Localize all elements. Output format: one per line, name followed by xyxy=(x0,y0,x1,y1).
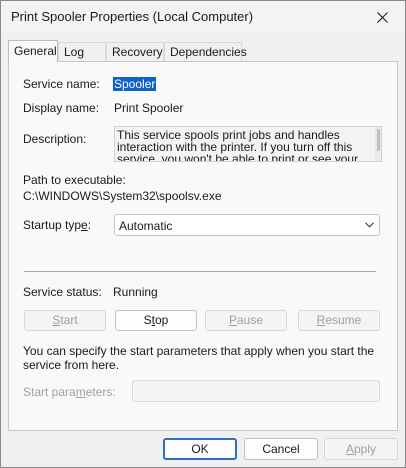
description-box[interactable]: This service spools print jobs and handl… xyxy=(114,126,382,162)
close-icon xyxy=(376,11,388,23)
service-status-label: Service status: xyxy=(23,285,102,299)
description-text: This service spools print jobs and handl… xyxy=(117,128,359,162)
tab-general[interactable]: General xyxy=(8,40,58,62)
tab-dependencies[interactable]: Dependencies xyxy=(164,42,247,61)
service-status-value: Running xyxy=(113,285,158,299)
cancel-button[interactable]: Cancel xyxy=(244,438,318,460)
general-panel: Service name: Spooler Display name: Prin… xyxy=(8,61,398,431)
service-name-value[interactable]: Spooler xyxy=(113,77,157,91)
path-label: Path to executable: xyxy=(23,173,126,187)
tab-recovery-label: Recovery xyxy=(112,45,163,59)
resume-button[interactable]: Resume xyxy=(298,310,380,331)
title-bar: Print Spooler Properties (Local Computer… xyxy=(1,1,405,33)
chevron-down-icon xyxy=(365,222,374,228)
properties-window: Print Spooler Properties (Local Computer… xyxy=(0,0,406,468)
start-params-label: Start parameters: xyxy=(23,385,116,399)
display-name-label: Display name: xyxy=(23,101,100,115)
stop-button[interactable]: Stop xyxy=(115,310,197,331)
apply-button[interactable]: Apply xyxy=(324,438,398,460)
tab-log-on[interactable]: Log On xyxy=(58,42,106,78)
startup-type-value: Automatic xyxy=(119,219,173,233)
window-title: Print Spooler Properties (Local Computer… xyxy=(11,9,254,24)
separator xyxy=(24,271,376,272)
startup-type-select[interactable]: Automatic xyxy=(114,214,380,236)
tab-recovery[interactable]: Recovery xyxy=(106,42,164,61)
close-button[interactable] xyxy=(359,1,405,33)
start-button[interactable]: Start xyxy=(24,310,106,331)
description-scroll-thumb[interactable] xyxy=(377,129,380,151)
display-name-value[interactable]: Print Spooler xyxy=(114,101,183,115)
description-label: Description: xyxy=(23,132,87,146)
path-value[interactable]: C:\WINDOWS\System32\spoolsv.exe xyxy=(23,189,222,203)
tab-dependencies-label: Dependencies xyxy=(170,45,247,59)
pause-button[interactable]: Pause xyxy=(205,310,287,331)
description-scrollbar[interactable] xyxy=(375,127,381,161)
ok-button[interactable]: OK xyxy=(163,438,237,460)
startup-type-label: Startup type: xyxy=(23,218,92,232)
start-params-input[interactable] xyxy=(132,380,380,402)
service-name-label: Service name: xyxy=(23,77,100,91)
tab-general-label: General xyxy=(14,44,57,58)
start-params-note: You can specify the start parameters tha… xyxy=(23,344,375,372)
